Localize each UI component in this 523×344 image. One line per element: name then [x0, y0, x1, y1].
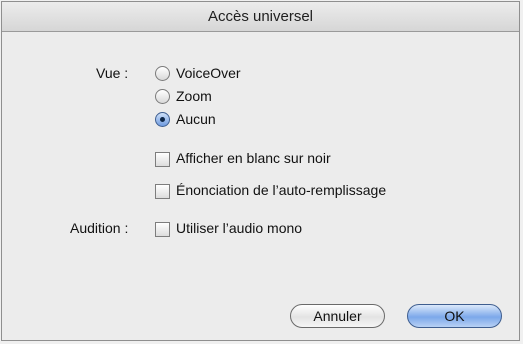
radio-zoom[interactable]: [155, 89, 170, 104]
accessibility-dialog: Accès universel Vue : VoiceOver Zoom Auc…: [1, 1, 520, 341]
checkbox-blanc-sur-noir[interactable]: [155, 152, 170, 167]
radio-aucun-label[interactable]: Aucun: [176, 111, 216, 127]
dialog-title: Accès universel: [207, 8, 314, 25]
checkbox-auto-remplissage[interactable]: [155, 184, 170, 199]
radio-voiceover-label[interactable]: VoiceOver: [176, 65, 241, 81]
checkbox-audio-mono-label[interactable]: Utiliser l’audio mono: [176, 220, 302, 236]
checkbox-blanc-sur-noir-label[interactable]: Afficher en blanc sur noir: [176, 150, 331, 166]
title-bar[interactable]: Accès universel: [2, 2, 519, 32]
vue-label: Vue :: [96, 65, 129, 81]
radio-voiceover[interactable]: [155, 66, 170, 81]
radio-aucun[interactable]: [155, 112, 170, 127]
audition-label: Audition :: [70, 220, 129, 236]
checkbox-auto-remplissage-label[interactable]: Énonciation de l’auto-remplissage: [176, 182, 386, 198]
radio-selected-dot: [160, 117, 165, 122]
ok-button[interactable]: OK: [407, 304, 502, 328]
checkbox-audio-mono[interactable]: [155, 222, 170, 237]
radio-zoom-label[interactable]: Zoom: [176, 88, 212, 104]
cancel-button[interactable]: Annuler: [290, 304, 385, 328]
